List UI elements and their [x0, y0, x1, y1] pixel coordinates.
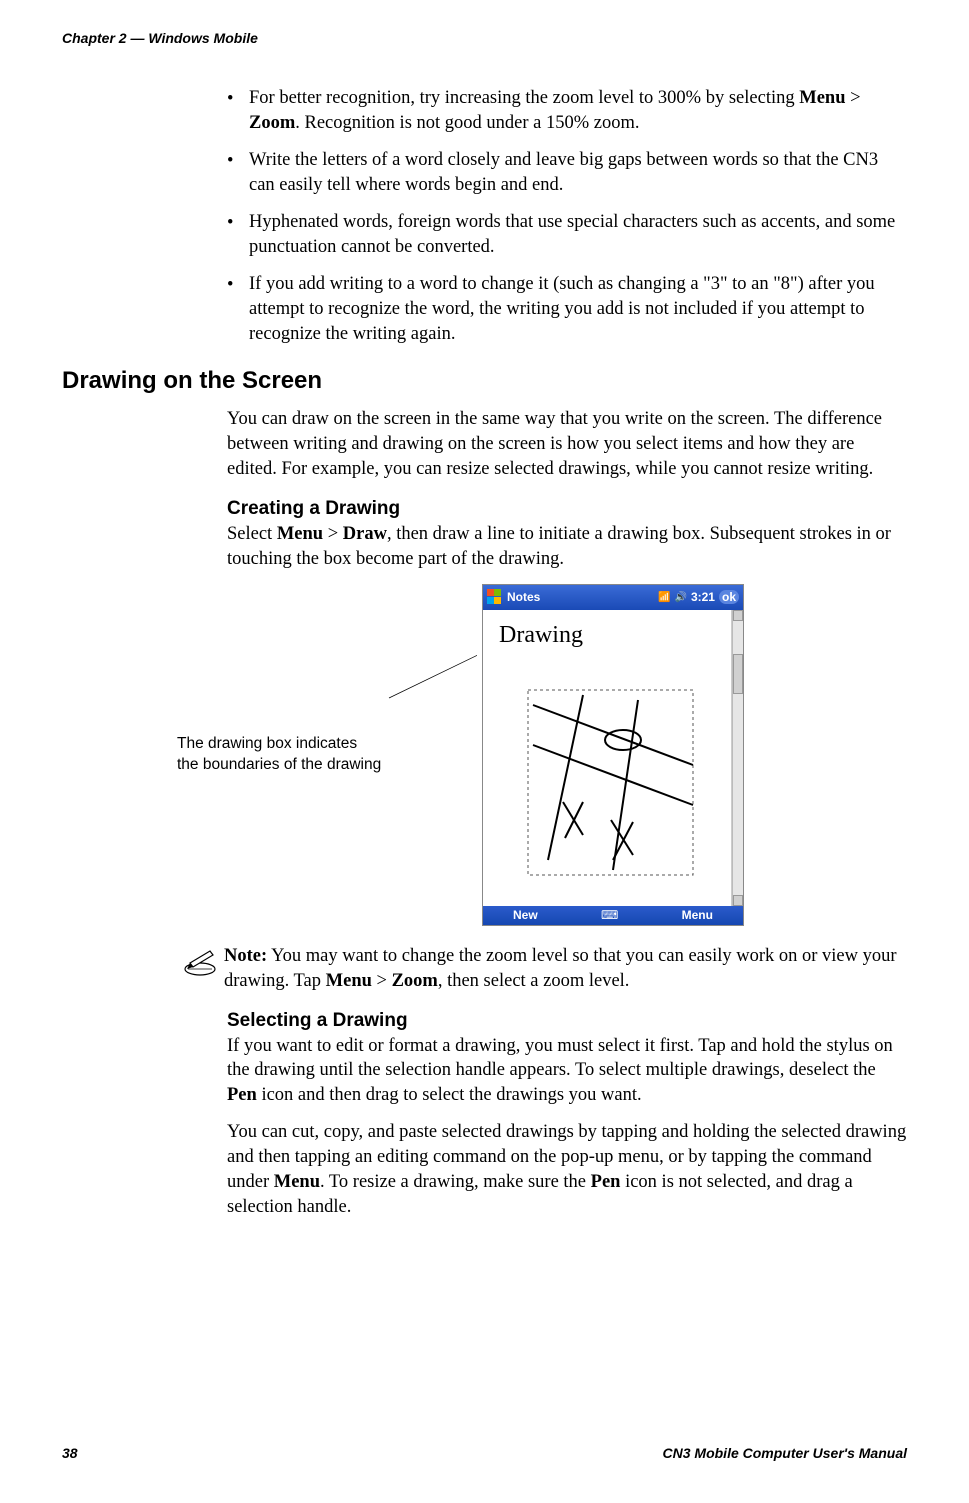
scrollbar[interactable]: [732, 610, 743, 906]
drawing-handwritten-label: Drawing: [499, 622, 583, 649]
note-block: Note: You may want to change the zoom le…: [182, 944, 907, 994]
pointer-line: [392, 705, 482, 805]
heading-selecting-drawing: Selecting a Drawing: [227, 1010, 907, 1032]
text: the boundaries of the drawing: [177, 756, 381, 773]
bullet-item: • Hyphenated words, foreign words that u…: [227, 210, 907, 260]
text: If you want to edit or format a drawing,…: [227, 1036, 893, 1081]
figure-caption: The drawing box indicates the boundaries…: [177, 734, 392, 774]
running-header: Chapter 2 — Windows Mobile: [62, 30, 907, 46]
note-label: Note:: [224, 946, 267, 966]
text: For better recognition, try increasing t…: [249, 88, 799, 108]
text: icon and then drag to select the drawing…: [257, 1085, 642, 1105]
scroll-thumb[interactable]: [733, 654, 743, 694]
text: . To resize a drawing, make sure the: [320, 1172, 591, 1192]
text: , then select a zoom level.: [438, 971, 630, 991]
menu-button[interactable]: Menu: [682, 908, 713, 922]
windows-flag-icon: [487, 589, 503, 605]
signal-icon: 📶: [658, 592, 670, 603]
time-text: 3:21: [691, 590, 715, 604]
volume-icon: 🔊: [675, 592, 687, 603]
text-bold: Menu: [326, 971, 372, 991]
text-bold: Menu: [277, 524, 323, 544]
bullet-item: • If you add writing to a word to change…: [227, 272, 907, 347]
bullet-text: Write the letters of a word closely and …: [249, 148, 907, 198]
text-bold: Pen: [591, 1172, 621, 1192]
text: Select: [227, 524, 277, 544]
bullet-item: • For better recognition, try increasing…: [227, 86, 907, 136]
creating-paragraph: Select Menu > Draw, then draw a line to …: [227, 522, 907, 572]
tips-bullet-list: • For better recognition, try increasing…: [227, 86, 907, 347]
text: >: [845, 88, 860, 108]
note-text: Note: You may want to change the zoom le…: [224, 944, 907, 994]
app-title: Notes: [507, 590, 540, 604]
heading-creating-drawing: Creating a Drawing: [227, 498, 907, 520]
figure-row: The drawing box indicates the boundaries…: [177, 584, 907, 926]
bullet-text: Hyphenated words, foreign words that use…: [249, 210, 907, 260]
scroll-down-button[interactable]: [733, 895, 743, 906]
note-pencil-icon: [182, 944, 224, 994]
new-button[interactable]: New: [513, 908, 538, 922]
bullet-marker: •: [227, 210, 249, 260]
user-sketch-icon: [493, 660, 713, 900]
notes-app-screenshot: Notes 📶 🔊 3:21 ok Drawing: [482, 584, 744, 926]
text-bold: Menu: [274, 1172, 320, 1192]
ok-button[interactable]: ok: [719, 590, 739, 604]
text-bold: Draw: [343, 524, 387, 544]
text: >: [323, 524, 343, 544]
page-footer: 38 CN3 Mobile Computer User's Manual: [62, 1445, 907, 1461]
bullet-text: For better recognition, try increasing t…: [249, 86, 907, 136]
screenshot-bottom-bar: New ⌨ Menu: [483, 906, 743, 925]
bullet-item: • Write the letters of a word closely an…: [227, 148, 907, 198]
page-number: 38: [62, 1445, 78, 1461]
text: >: [372, 971, 392, 991]
manual-title: CN3 Mobile Computer User's Manual: [663, 1445, 907, 1461]
text-bold: Zoom: [249, 113, 295, 133]
selecting-paragraph-1: If you want to edit or format a drawing,…: [227, 1034, 907, 1109]
bullet-marker: •: [227, 272, 249, 347]
text: . Recognition is not good under a 150% z…: [295, 113, 639, 133]
bullet-marker: •: [227, 148, 249, 198]
bullet-text: If you add writing to a word to change i…: [249, 272, 907, 347]
screenshot-title-bar: Notes 📶 🔊 3:21 ok: [483, 585, 743, 610]
intro-paragraph: You can draw on the screen in the same w…: [227, 407, 907, 482]
text: The drawing box indicates: [177, 735, 357, 752]
bullet-marker: •: [227, 86, 249, 136]
text-bold: Menu: [799, 88, 845, 108]
heading-drawing-on-screen: Drawing on the Screen: [62, 367, 907, 395]
selecting-paragraph-2: You can cut, copy, and paste selected dr…: [227, 1120, 907, 1220]
scroll-up-button[interactable]: [733, 610, 743, 621]
drawing-canvas[interactable]: Drawing: [483, 610, 732, 906]
text-bold: Pen: [227, 1085, 257, 1105]
text-bold: Zoom: [392, 971, 438, 991]
keyboard-icon[interactable]: ⌨: [601, 908, 618, 922]
